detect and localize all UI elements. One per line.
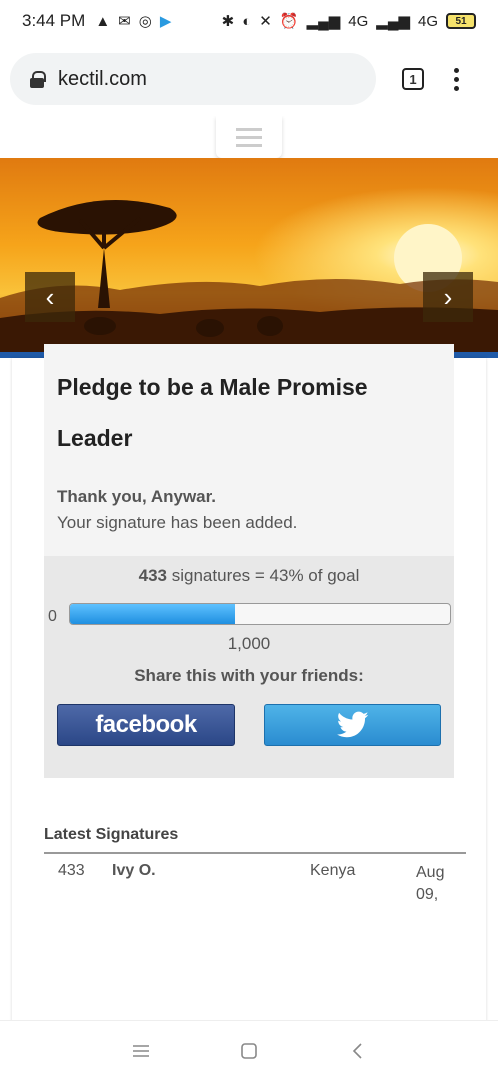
- signature-number: 433: [58, 862, 85, 879]
- signature-date: Aug 09,: [416, 864, 445, 903]
- status-bar: 3:44 PM ▲ ✉ ◎ ▶ ✱ ◐ ✕ ⏰ ▂▄▆ 4G ▂▄▆ 4G 51: [0, 0, 498, 42]
- petition-title: Pledge to be a Male Promise Leader: [57, 374, 368, 451]
- site-header: [0, 116, 498, 158]
- url-text: kectil.com: [58, 67, 147, 90]
- signal-icon: ▂▄▆: [306, 13, 341, 30]
- progress-bar: [69, 603, 451, 625]
- lock-icon: [30, 71, 46, 88]
- share-label: Share this with your friends:: [134, 666, 364, 685]
- signature-progress-box: 433 signatures = 43% of goal 0 1,000 Sha…: [44, 556, 454, 778]
- latest-signatures-divider: [44, 852, 466, 854]
- hamburger-menu-icon[interactable]: [216, 116, 282, 158]
- twitter-bird-icon: [336, 711, 368, 738]
- facebook-share-button[interactable]: facebook: [57, 704, 235, 746]
- carousel-next-button[interactable]: ›: [423, 272, 473, 322]
- status-time: 3:44 PM: [22, 11, 86, 30]
- bluetooth-icon: ✱: [221, 13, 235, 30]
- warning-icon: ▲: [95, 12, 111, 30]
- latest-signatures-title: Latest Signatures: [44, 826, 179, 843]
- home-square-icon[interactable]: [237, 1039, 261, 1063]
- thanks-message: Thank you, Anywar.: [57, 487, 217, 506]
- carousel-prev-button[interactable]: ‹: [25, 272, 75, 322]
- network-type-right: 4G: [417, 12, 438, 30]
- goal-label: 1,000: [227, 634, 271, 653]
- system-icons: ✱ ◐ ✕ ⏰ ▂▄▆ 4G ▂▄▆ 4G 51: [222, 12, 476, 30]
- mail-icon: ✉: [118, 13, 131, 30]
- play-store-icon: ▶: [159, 13, 172, 30]
- progress-min-label: 0: [48, 608, 57, 625]
- pledge-box: Pledge to be a Male Promise Leader Thank…: [44, 344, 454, 556]
- signal-icon-2: ▂▄▆: [376, 13, 410, 30]
- hero-carousel-image: ‹ ›: [0, 158, 498, 352]
- battery-icon: 51: [446, 13, 476, 29]
- signature-count: 433: [138, 566, 168, 585]
- twitter-share-button[interactable]: [264, 704, 441, 746]
- signer-country: Kenya: [310, 862, 356, 879]
- back-chevron-icon[interactable]: [345, 1039, 369, 1063]
- system-navigation-bar: [0, 1020, 498, 1080]
- signature-count-text: 433 signatures = 43% of goal: [44, 566, 454, 586]
- toggle-icon: ◐: [242, 12, 252, 30]
- tab-switcher-button[interactable]: 1: [402, 68, 424, 90]
- whatsapp-icon: ◎: [138, 13, 152, 30]
- more-options-icon[interactable]: [454, 67, 459, 91]
- signature-suffix: signatures = 43% of goal: [171, 566, 360, 585]
- progress-bar-fill: [70, 604, 235, 624]
- network-type-left: 4G: [348, 12, 369, 30]
- signer-name: Ivy O.: [112, 862, 156, 879]
- table-row: 433 Ivy O. Kenya Aug 09,: [44, 860, 466, 903]
- browser-toolbar: kectil.com 1: [0, 42, 498, 116]
- alarm-icon: ⏰: [279, 13, 299, 30]
- confirmation-message: Your signature has been added.: [57, 513, 298, 532]
- notification-icons: ▲ ✉ ◎ ▶: [95, 12, 172, 31]
- mute-icon: ✕: [259, 13, 272, 30]
- recents-menu-icon[interactable]: [129, 1039, 153, 1063]
- savanna-sunset-image: [0, 158, 498, 352]
- address-bar[interactable]: kectil.com: [10, 53, 376, 105]
